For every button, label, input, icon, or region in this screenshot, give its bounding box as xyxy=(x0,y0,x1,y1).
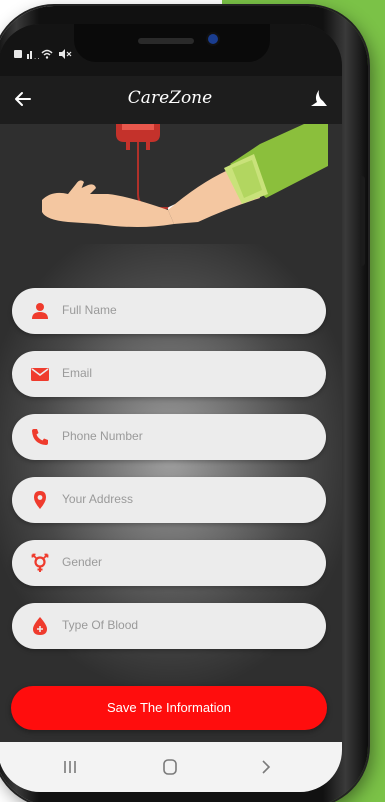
gender-icon xyxy=(30,553,50,573)
registration-form: Full Name Email Phone Number Your Addres… xyxy=(0,244,342,734)
phone-frame: .. CareZone Full Name Email Phone Number… xyxy=(0,6,368,802)
android-nav-bar xyxy=(0,742,342,792)
app-title: CareZone xyxy=(127,88,213,108)
camera-icon xyxy=(208,34,218,44)
home-icon xyxy=(163,759,177,775)
status-indicator-icons: .. xyxy=(14,49,72,61)
app-bar: CareZone xyxy=(0,76,342,124)
email-placeholder: Email xyxy=(62,366,93,380)
blood-type-field[interactable]: Type Of Blood xyxy=(12,603,326,649)
full-name-field[interactable]: Full Name xyxy=(12,288,326,334)
full-name-placeholder: Full Name xyxy=(62,303,117,317)
gender-field[interactable]: Gender xyxy=(12,540,326,586)
night-mode-icon xyxy=(311,90,327,106)
location-pin-icon xyxy=(30,490,50,510)
save-information-button[interactable]: Save The Information xyxy=(11,686,327,730)
nav-back-button[interactable] xyxy=(254,756,278,778)
theme-toggle-button[interactable] xyxy=(306,86,332,112)
recent-apps-button[interactable] xyxy=(58,756,82,778)
phone-number-placeholder: Phone Number xyxy=(62,429,143,443)
phone-screen: .. CareZone Full Name Email Phone Number… xyxy=(0,24,342,792)
blood-type-placeholder: Type Of Blood xyxy=(62,618,139,632)
recent-apps-icon xyxy=(64,761,76,773)
email-field[interactable]: Email xyxy=(12,351,326,397)
svg-text:..: .. xyxy=(34,52,40,60)
gender-placeholder: Gender xyxy=(62,555,103,569)
home-button[interactable] xyxy=(158,756,182,778)
person-icon xyxy=(30,301,50,321)
phone-notch xyxy=(74,24,270,62)
chevron-right-icon xyxy=(262,760,271,774)
phone-number-field[interactable]: Phone Number xyxy=(12,414,326,460)
speaker-grille xyxy=(138,38,194,44)
stage: .. CareZone Full Name Email Phone Number… xyxy=(0,0,385,802)
status-icons: .. xyxy=(14,48,84,63)
blood-transfusion-illustration xyxy=(0,124,342,244)
phone-side-button xyxy=(360,176,365,266)
transfusion-arm-icon xyxy=(42,124,328,227)
address-placeholder: Your Address xyxy=(62,492,133,506)
blood-drop-icon xyxy=(30,616,50,636)
address-field[interactable]: Your Address xyxy=(12,477,326,523)
email-icon xyxy=(30,364,50,384)
phone-icon xyxy=(30,427,50,447)
